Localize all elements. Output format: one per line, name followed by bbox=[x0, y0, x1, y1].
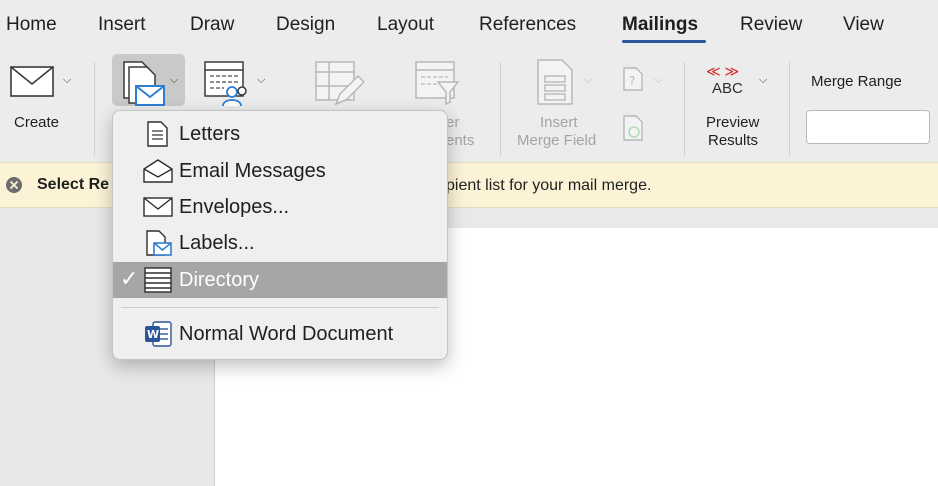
chevron-down-icon[interactable]: ⌵ bbox=[63, 74, 71, 87]
ribbon-separator bbox=[789, 62, 790, 156]
filter-recipients-icon bbox=[415, 61, 460, 106]
insert-merge-field-label-line1: Insert bbox=[540, 114, 578, 131]
chevron-down-icon[interactable]: ⌵ bbox=[759, 74, 767, 87]
menu-item-label: Envelopes... bbox=[179, 196, 290, 218]
preview-results-label-line2[interactable]: Results bbox=[708, 132, 758, 150]
edit-recipient-list-icon bbox=[315, 61, 364, 106]
tab-insert[interactable]: Insert bbox=[98, 14, 146, 36]
svg-text:W: W bbox=[147, 328, 159, 341]
menu-item-label: Letters bbox=[179, 123, 241, 145]
insert-merge-field-icon bbox=[537, 59, 573, 105]
filter-recipients-label-line1: er bbox=[446, 114, 460, 131]
envelope-icon[interactable] bbox=[10, 66, 56, 98]
ribbon-tabs: Home Insert Draw Design Layout Reference… bbox=[0, 0, 938, 52]
ribbon-separator bbox=[94, 62, 95, 156]
menu-item-label: Normal Word Document bbox=[179, 323, 394, 345]
open-envelope-icon bbox=[143, 159, 173, 183]
update-labels-icon bbox=[623, 115, 643, 141]
ribbon-separator bbox=[684, 62, 685, 156]
tab-view[interactable]: View bbox=[843, 14, 884, 36]
close-circle-icon[interactable] bbox=[5, 176, 23, 194]
ribbon-separator bbox=[500, 62, 501, 156]
menu-separator bbox=[121, 307, 439, 308]
filter-recipients-label-line2: ents bbox=[446, 132, 475, 149]
chevron-down-icon: ⌵ bbox=[654, 74, 663, 86]
check-icon: ✓ bbox=[120, 266, 139, 291]
merge-range-input[interactable] bbox=[806, 110, 930, 144]
tab-review[interactable]: Review bbox=[740, 14, 802, 36]
menu-item-letters[interactable]: Letters bbox=[113, 116, 447, 152]
tab-mailings[interactable]: Mailings bbox=[622, 14, 698, 36]
word-icon: W bbox=[145, 321, 172, 347]
abc-icon-text[interactable]: ABC bbox=[712, 80, 743, 98]
insert-merge-field-label-line2: Merge Field bbox=[517, 132, 597, 149]
active-tab-indicator bbox=[622, 40, 706, 43]
menu-item-directory[interactable]: ✓ Directory bbox=[113, 262, 447, 298]
preview-results-label-line1[interactable]: Preview bbox=[706, 114, 759, 132]
message-title: Select Re bbox=[37, 176, 110, 193]
start-mail-merge-menu: Letters Email Messages Envelopes... Labe… bbox=[112, 110, 448, 360]
svg-text:?: ? bbox=[629, 74, 635, 88]
menu-item-labels[interactable]: Labels... bbox=[113, 225, 447, 261]
menu-item-email-messages[interactable]: Email Messages bbox=[113, 153, 447, 189]
label-icon bbox=[146, 230, 172, 256]
menu-item-label: Labels... bbox=[179, 232, 255, 254]
directory-icon bbox=[144, 267, 172, 293]
menu-item-normal-word-document[interactable]: W Normal Word Document bbox=[113, 316, 447, 352]
document-icon bbox=[147, 121, 168, 147]
message-text: pient list for your mail merge. bbox=[446, 177, 652, 194]
chevron-down-icon[interactable]: ⌵ bbox=[170, 74, 178, 87]
tab-references[interactable]: References bbox=[479, 14, 576, 36]
tab-design[interactable]: Design bbox=[276, 14, 335, 36]
rules-icon: ? bbox=[623, 67, 643, 91]
merge-range-label: Merge Range bbox=[811, 73, 902, 90]
tab-home[interactable]: Home bbox=[6, 14, 57, 36]
menu-item-label: Directory bbox=[179, 269, 260, 291]
preview-arrows: ≪ ≫ bbox=[706, 63, 740, 79]
chevron-down-icon: ⌵ bbox=[584, 74, 593, 86]
start-mail-merge-icon bbox=[123, 61, 165, 106]
tab-draw[interactable]: Draw bbox=[190, 14, 234, 36]
chevron-down-icon[interactable]: ⌵ bbox=[257, 74, 265, 87]
select-recipients-icon[interactable] bbox=[204, 60, 250, 108]
create-label[interactable]: Create bbox=[14, 114, 59, 132]
envelope-icon bbox=[143, 197, 173, 217]
tab-layout[interactable]: Layout bbox=[377, 14, 434, 36]
menu-item-label: Email Messages bbox=[179, 160, 326, 182]
menu-item-envelopes[interactable]: Envelopes... bbox=[113, 189, 447, 225]
